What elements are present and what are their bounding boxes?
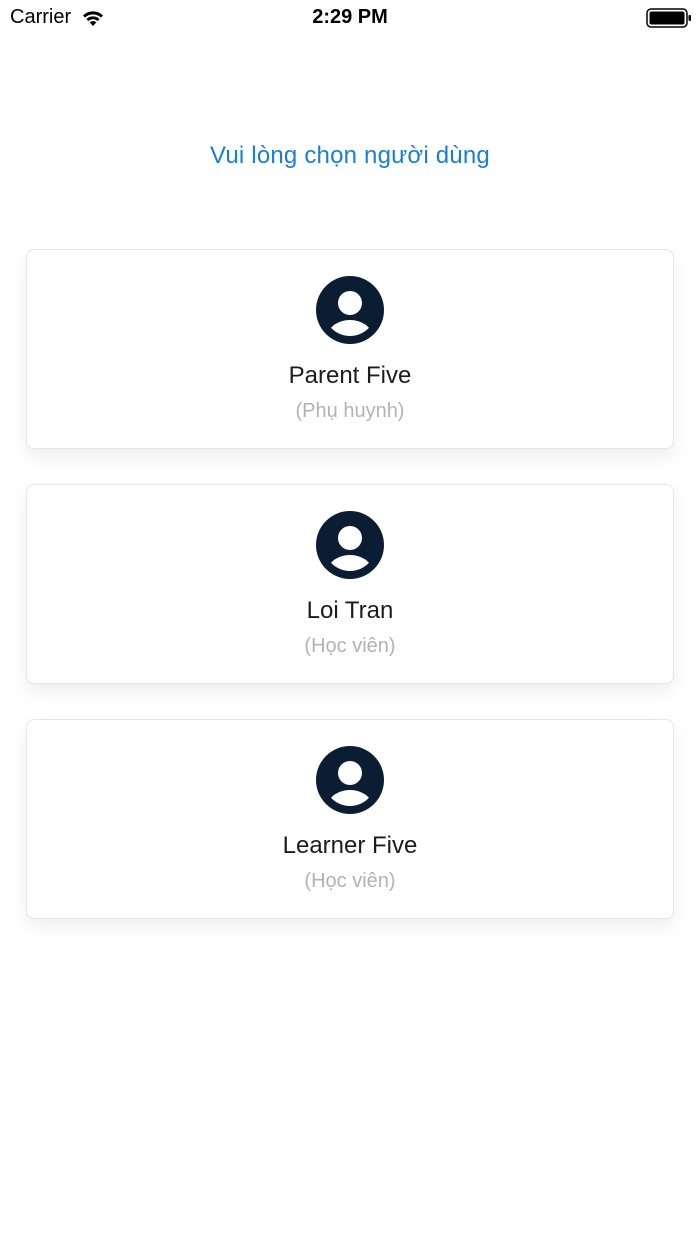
user-card-parent-five[interactable]: Parent Five (Phụ huynh) (26, 249, 674, 449)
user-role: (Phụ huynh) (295, 400, 405, 422)
user-list: Parent Five (Phụ huynh) Loi Tran (Học vi… (26, 249, 674, 954)
user-name: Learner Five (282, 832, 418, 859)
user-card-loi-tran[interactable]: Loi Tran (Học viên) (26, 484, 674, 684)
user-role: (Học viên) (304, 870, 396, 892)
battery-icon (646, 8, 692, 28)
page-title: Vui lòng chọn người dùng (210, 142, 490, 169)
user-name: Loi Tran (306, 597, 394, 624)
status-bar: Carrier 2:29 PM (0, 0, 700, 36)
user-card-learner-five[interactable]: Learner Five (Học viên) (26, 719, 674, 919)
user-select-screen: Carrier 2:29 PM Vui lòng chọn người dùng (0, 0, 700, 1244)
status-time: 2:29 PM (312, 6, 388, 28)
user-avatar-icon (316, 746, 384, 814)
user-avatar-icon (316, 511, 384, 579)
user-role: (Học viên) (304, 635, 396, 657)
user-avatar-icon (316, 276, 384, 344)
user-name: Parent Five (288, 362, 412, 389)
